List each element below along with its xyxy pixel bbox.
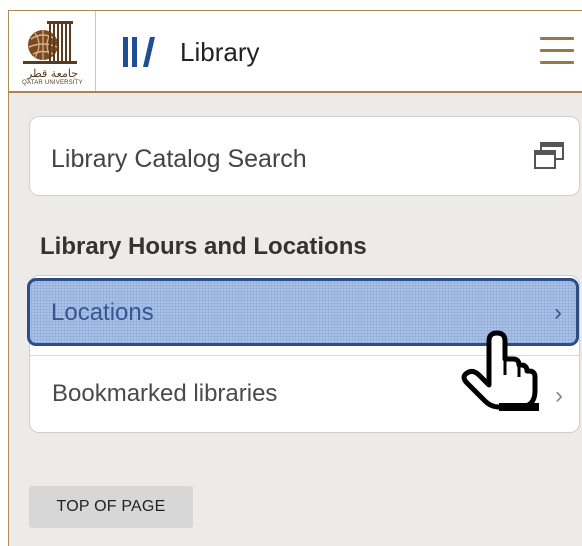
- app-title: Library: [180, 37, 260, 67]
- library-books-icon: [123, 37, 155, 67]
- university-logo[interactable]: جامعة قطر QATAR UNIVERSITY: [9, 11, 96, 91]
- logo-english-text: QATAR UNIVERSITY: [22, 80, 83, 86]
- hamburger-menu-icon[interactable]: [540, 37, 574, 65]
- top-of-page-button[interactable]: TOP OF PAGE: [29, 486, 193, 528]
- app-frame: جامعة قطر QATAR UNIVERSITY Library Libra…: [8, 10, 582, 546]
- list-item-label: Bookmarked libraries: [52, 380, 278, 407]
- logo-arabic-text: جامعة قطر: [26, 67, 79, 80]
- new-window-icon: [534, 142, 564, 169]
- pointing-hand-cursor-icon: [461, 330, 539, 411]
- catalog-search-label: Library Catalog Search: [51, 145, 307, 173]
- list-item-label: Locations: [51, 299, 154, 326]
- university-logo-icon: [23, 21, 77, 64]
- chevron-right-icon: ›: [554, 299, 562, 326]
- chevron-right-icon: ›: [555, 382, 563, 409]
- section-heading-hours-locations: Library Hours and Locations: [40, 233, 367, 260]
- app-header: جامعة قطر QATAR UNIVERSITY Library: [9, 11, 582, 93]
- library-catalog-search-button[interactable]: Library Catalog Search: [29, 116, 580, 196]
